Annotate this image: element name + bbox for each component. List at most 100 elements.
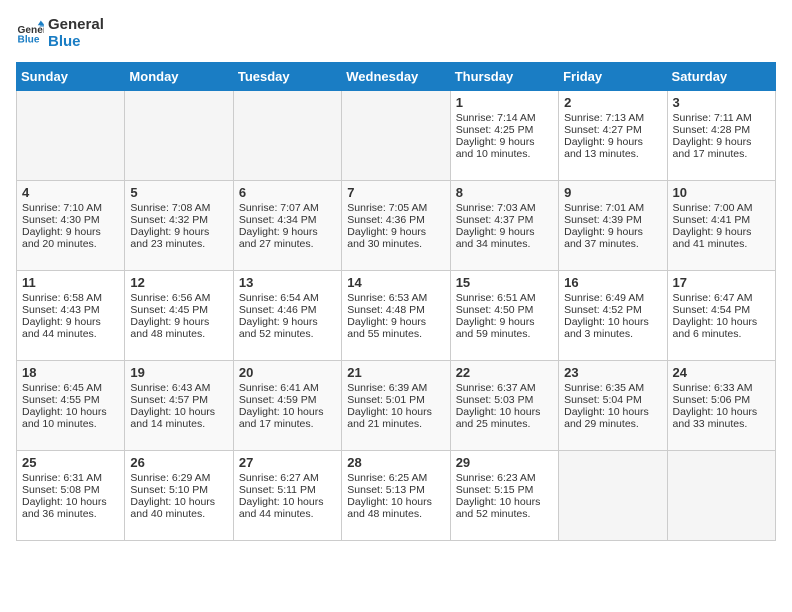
sunrise-text: Sunrise: 6:49 AM xyxy=(564,292,661,304)
sunset-text: Sunset: 5:10 PM xyxy=(130,484,227,496)
calendar-cell: 7Sunrise: 7:05 AMSunset: 4:36 PMDaylight… xyxy=(342,181,450,271)
week-row-5: 25Sunrise: 6:31 AMSunset: 5:08 PMDayligh… xyxy=(17,451,776,541)
day-number: 26 xyxy=(130,455,227,470)
day-number: 19 xyxy=(130,365,227,380)
page-header: General Blue General Blue xyxy=(16,16,776,50)
calendar-cell: 13Sunrise: 6:54 AMSunset: 4:46 PMDayligh… xyxy=(233,271,341,361)
daylight-text: Daylight: 9 hours and 20 minutes. xyxy=(22,226,119,250)
day-number: 3 xyxy=(673,95,770,110)
sunrise-text: Sunrise: 7:11 AM xyxy=(673,112,770,124)
sunset-text: Sunset: 4:48 PM xyxy=(347,304,444,316)
daylight-text: Daylight: 9 hours and 30 minutes. xyxy=(347,226,444,250)
sunset-text: Sunset: 5:03 PM xyxy=(456,394,553,406)
sunset-text: Sunset: 4:57 PM xyxy=(130,394,227,406)
logo: General Blue General Blue xyxy=(16,16,104,50)
sunset-text: Sunset: 5:06 PM xyxy=(673,394,770,406)
daylight-text: Daylight: 9 hours and 59 minutes. xyxy=(456,316,553,340)
day-number: 17 xyxy=(673,275,770,290)
daylight-text: Daylight: 9 hours and 10 minutes. xyxy=(456,136,553,160)
sunrise-text: Sunrise: 6:47 AM xyxy=(673,292,770,304)
day-number: 16 xyxy=(564,275,661,290)
sunset-text: Sunset: 4:41 PM xyxy=(673,214,770,226)
sunset-text: Sunset: 4:59 PM xyxy=(239,394,336,406)
calendar-body: 1Sunrise: 7:14 AMSunset: 4:25 PMDaylight… xyxy=(17,91,776,541)
sunrise-text: Sunrise: 7:08 AM xyxy=(130,202,227,214)
daylight-text: Daylight: 10 hours and 48 minutes. xyxy=(347,496,444,520)
daylight-text: Daylight: 9 hours and 41 minutes. xyxy=(673,226,770,250)
sunrise-text: Sunrise: 6:41 AM xyxy=(239,382,336,394)
sunset-text: Sunset: 4:28 PM xyxy=(673,124,770,136)
daylight-text: Daylight: 9 hours and 34 minutes. xyxy=(456,226,553,250)
day-number: 11 xyxy=(22,275,119,290)
sunrise-text: Sunrise: 6:37 AM xyxy=(456,382,553,394)
day-number: 27 xyxy=(239,455,336,470)
sunrise-text: Sunrise: 7:00 AM xyxy=(673,202,770,214)
sunrise-text: Sunrise: 6:27 AM xyxy=(239,472,336,484)
day-number: 14 xyxy=(347,275,444,290)
day-number: 4 xyxy=(22,185,119,200)
svg-text:Blue: Blue xyxy=(18,34,40,45)
day-header-tuesday: Tuesday xyxy=(233,63,341,91)
sunrise-text: Sunrise: 6:33 AM xyxy=(673,382,770,394)
sunrise-text: Sunrise: 7:14 AM xyxy=(456,112,553,124)
calendar-header: SundayMondayTuesdayWednesdayThursdayFrid… xyxy=(17,63,776,91)
day-number: 24 xyxy=(673,365,770,380)
day-header-sunday: Sunday xyxy=(17,63,125,91)
logo-icon: General Blue xyxy=(16,19,44,47)
sunrise-text: Sunrise: 6:43 AM xyxy=(130,382,227,394)
day-number: 25 xyxy=(22,455,119,470)
logo-blue: Blue xyxy=(48,33,104,50)
calendar-table: SundayMondayTuesdayWednesdayThursdayFrid… xyxy=(16,62,776,541)
day-header-monday: Monday xyxy=(125,63,233,91)
sunset-text: Sunset: 4:55 PM xyxy=(22,394,119,406)
day-number: 12 xyxy=(130,275,227,290)
sunset-text: Sunset: 4:50 PM xyxy=(456,304,553,316)
calendar-cell: 26Sunrise: 6:29 AMSunset: 5:10 PMDayligh… xyxy=(125,451,233,541)
day-number: 29 xyxy=(456,455,553,470)
calendar-cell: 10 Sunrise: 7:00 AMSunset: 4:41 PMDayligh… xyxy=(667,181,775,271)
daylight-text: Daylight: 10 hours and 33 minutes. xyxy=(673,406,770,430)
sunset-text: Sunset: 4:36 PM xyxy=(347,214,444,226)
daylight-text: Daylight: 9 hours and 27 minutes. xyxy=(239,226,336,250)
sunrise-text: Sunrise: 7:05 AM xyxy=(347,202,444,214)
calendar-cell: 20Sunrise: 6:41 AMSunset: 4:59 PMDayligh… xyxy=(233,361,341,451)
day-header-wednesday: Wednesday xyxy=(342,63,450,91)
daylight-text: Daylight: 9 hours and 52 minutes. xyxy=(239,316,336,340)
day-number: 1 xyxy=(456,95,553,110)
calendar-cell: 21Sunrise: 6:39 AMSunset: 5:01 PMDayligh… xyxy=(342,361,450,451)
sunset-text: Sunset: 4:52 PM xyxy=(564,304,661,316)
day-number: 22 xyxy=(456,365,553,380)
sunrise-text: Sunrise: 7:03 AM xyxy=(456,202,553,214)
sunset-text: Sunset: 4:34 PM xyxy=(239,214,336,226)
daylight-text: Daylight: 9 hours and 13 minutes. xyxy=(564,136,661,160)
sunset-text: Sunset: 4:54 PM xyxy=(673,304,770,316)
daylight-text: Daylight: 10 hours and 52 minutes. xyxy=(456,496,553,520)
sunrise-text: Sunrise: 6:23 AM xyxy=(456,472,553,484)
calendar-cell xyxy=(667,451,775,541)
day-number: 5 xyxy=(130,185,227,200)
sunrise-text: Sunrise: 7:10 AM xyxy=(22,202,119,214)
calendar-cell: 18Sunrise: 6:45 AMSunset: 4:55 PMDayligh… xyxy=(17,361,125,451)
week-row-4: 18Sunrise: 6:45 AMSunset: 4:55 PMDayligh… xyxy=(17,361,776,451)
calendar-cell: 19Sunrise: 6:43 AMSunset: 4:57 PMDayligh… xyxy=(125,361,233,451)
sunset-text: Sunset: 4:32 PM xyxy=(130,214,227,226)
calendar-cell: 5Sunrise: 7:08 AMSunset: 4:32 PMDaylight… xyxy=(125,181,233,271)
sunrise-text: Sunrise: 6:31 AM xyxy=(22,472,119,484)
day-number: 2 xyxy=(564,95,661,110)
daylight-text: Daylight: 9 hours and 37 minutes. xyxy=(564,226,661,250)
sunrise-text: Sunrise: 6:53 AM xyxy=(347,292,444,304)
sunset-text: Sunset: 4:30 PM xyxy=(22,214,119,226)
daylight-text: Daylight: 10 hours and 25 minutes. xyxy=(456,406,553,430)
calendar-cell: 28Sunrise: 6:25 AMSunset: 5:13 PMDayligh… xyxy=(342,451,450,541)
day-number: 10 xyxy=(673,185,770,200)
calendar-cell xyxy=(17,91,125,181)
day-number: 9 xyxy=(564,185,661,200)
calendar-cell: 14Sunrise: 6:53 AMSunset: 4:48 PMDayligh… xyxy=(342,271,450,361)
daylight-text: Daylight: 10 hours and 21 minutes. xyxy=(347,406,444,430)
sunset-text: Sunset: 4:27 PM xyxy=(564,124,661,136)
calendar-cell xyxy=(559,451,667,541)
day-number: 21 xyxy=(347,365,444,380)
day-number: 23 xyxy=(564,365,661,380)
daylight-text: Daylight: 10 hours and 6 minutes. xyxy=(673,316,770,340)
daylight-text: Daylight: 10 hours and 36 minutes. xyxy=(22,496,119,520)
